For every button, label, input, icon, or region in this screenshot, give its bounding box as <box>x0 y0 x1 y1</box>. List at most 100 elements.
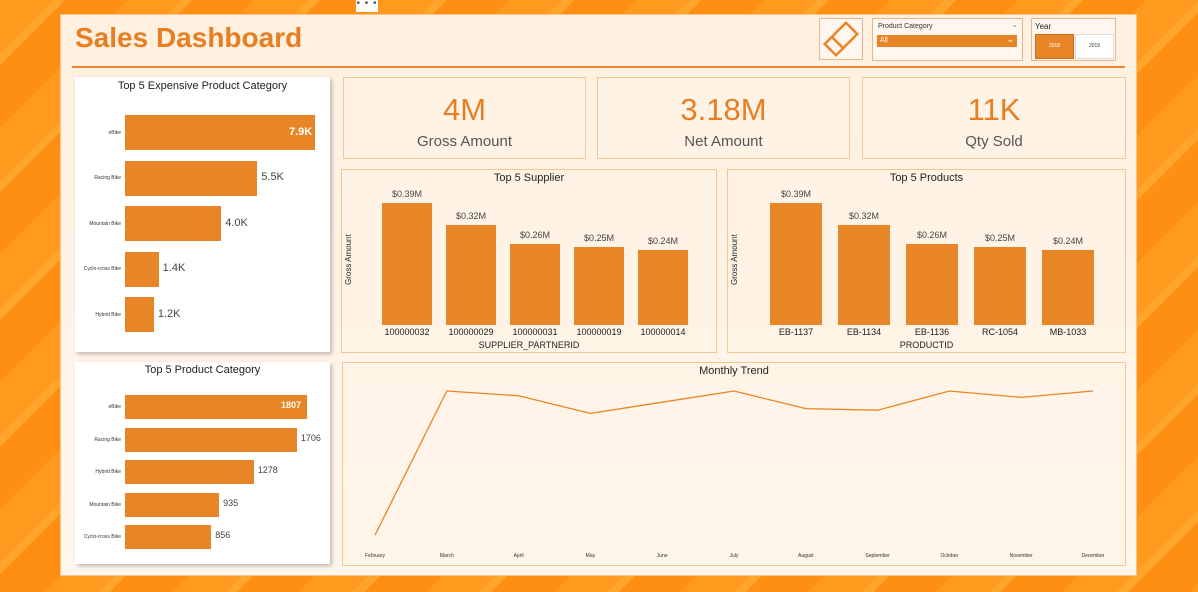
kpi-card-qty-sold: 11K Qty Sold <box>862 77 1126 159</box>
bar <box>906 243 958 325</box>
kpi-label: Gross Amount <box>416 133 513 150</box>
y-axis-label: Gross Amount <box>344 234 353 285</box>
x-tick-label: June <box>656 553 668 559</box>
bar <box>382 203 432 325</box>
bar <box>638 249 688 325</box>
series-line <box>374 390 1094 536</box>
year-slicer[interactable]: Year 2018 2019 <box>1031 18 1116 61</box>
data-label: 1706 <box>300 432 321 443</box>
year-option-2019[interactable]: 2019 <box>1075 34 1114 59</box>
kpi-value: 3.18M <box>680 92 767 127</box>
data-label: $0.39M <box>780 189 812 199</box>
category-label: 100000031 <box>512 327 558 337</box>
bar <box>510 243 560 325</box>
category-label: Racing Bike <box>94 175 121 181</box>
data-label: $0.32M <box>848 210 880 221</box>
x-axis-label: PRODUCTID <box>899 340 954 350</box>
category-label: Mountain Bike <box>89 220 121 227</box>
bar <box>125 297 154 332</box>
top-products-chart[interactable]: Top 5 Products Gross Amount PRODUCTID $0… <box>727 169 1126 353</box>
x-tick-label: February <box>364 553 385 559</box>
category-label: RC-1054 <box>981 327 1019 337</box>
product-category-dropdown[interactable]: All ⌄ <box>877 34 1017 47</box>
data-label: $0.24M <box>647 235 679 246</box>
category-label: MB-1033 <box>1049 327 1087 337</box>
x-tick-label: March <box>439 553 454 559</box>
category-label: 100000019 <box>576 327 622 337</box>
x-tick-label: August <box>798 553 814 559</box>
expensive-category-chart[interactable]: Top 5 Expensive Product Category eBike 7.… <box>75 77 330 352</box>
page-title: Sales Dashboard <box>75 22 303 53</box>
x-tick-label: May <box>585 553 596 559</box>
product-category-selected: All <box>880 37 888 44</box>
x-tick-label: October <box>940 553 959 559</box>
data-label: 856 <box>215 530 231 540</box>
category-label: Hybrid Bike <box>95 469 121 475</box>
monthly-trend-chart[interactable]: Monthly Trend February March April May June J… <box>342 362 1126 566</box>
bar <box>974 246 1026 325</box>
category-label: 100000029 <box>448 327 494 337</box>
data-label: 7.9K <box>289 125 313 138</box>
top-supplier-chart[interactable]: Top 5 Supplier Gross Amount SUPPLIER_PAR… <box>341 169 717 353</box>
bar <box>125 427 297 452</box>
x-axis-label: SUPPLIER_PARTNERID <box>478 340 580 350</box>
chart-title: Top 5 Product Category <box>144 364 261 376</box>
x-tick-label: July <box>729 553 739 559</box>
bar <box>125 115 315 150</box>
year-label: Year <box>1035 22 1052 31</box>
x-tick-label: September <box>865 553 890 559</box>
x-tick-label: April <box>513 553 524 559</box>
bar <box>125 460 254 484</box>
x-tick-label: December <box>1081 553 1105 559</box>
category-label: Mountain Bike <box>89 501 121 508</box>
chart-title: Top 5 Products <box>889 172 964 184</box>
data-label: 1278 <box>257 465 278 475</box>
product-category-chart[interactable]: Top 5 Product Category eBike 1807 Racing B… <box>75 362 330 564</box>
product-category-label: Product Category <box>878 23 933 30</box>
bar <box>574 246 624 325</box>
category-label: eBike <box>108 129 121 136</box>
bar <box>125 160 258 196</box>
bar <box>125 395 307 419</box>
bar <box>446 224 496 325</box>
category-label: Cyclo-cross Bike <box>83 266 121 272</box>
category-label: 100000032 <box>384 327 430 337</box>
bar <box>770 203 822 325</box>
x-tick-label: November <box>1009 553 1033 559</box>
data-label: 1.2K <box>157 307 181 320</box>
more-options-button[interactable]: • • • <box>356 0 378 12</box>
data-label: $0.25M <box>583 232 615 243</box>
data-label: $0.25M <box>984 232 1016 243</box>
clear-filters-button[interactable] <box>819 18 863 60</box>
category-label: Racing Bike <box>94 436 121 443</box>
data-label: 5.5K <box>261 171 284 183</box>
category-label: EB-1137 <box>778 327 814 337</box>
category-label: Cyclo-cross Bike <box>83 534 121 540</box>
category-label: EB-1134 <box>846 327 882 337</box>
line-plot <box>374 390 1094 536</box>
chart-title: Top 5 Supplier <box>493 172 565 184</box>
category-label: Hybrid Bike <box>95 311 121 318</box>
kpi-value: 4M <box>442 92 487 127</box>
year-option-2018[interactable]: 2018 <box>1035 34 1074 59</box>
bar <box>125 525 212 549</box>
data-label: 1807 <box>281 400 302 410</box>
eraser-icon <box>822 20 860 58</box>
category-label: EB-1136 <box>914 327 950 337</box>
bar <box>125 492 220 517</box>
title-divider <box>72 66 1125 68</box>
category-label: eBike <box>108 404 121 410</box>
bar <box>125 251 159 287</box>
bar <box>125 206 222 241</box>
data-label: $0.24M <box>1052 235 1084 246</box>
y-axis-label: Gross Amount <box>730 234 739 285</box>
data-label: 935 <box>223 497 239 508</box>
kpi-label: Qty Sold <box>965 133 1023 150</box>
kpi-value: 11K <box>967 92 1021 127</box>
category-label: 100000014 <box>640 327 686 337</box>
data-label: $0.26M <box>916 229 948 240</box>
kpi-label: Net Amount <box>684 133 763 150</box>
kpi-card-net-amount: 3.18M Net Amount <box>597 77 850 159</box>
chevron-down-icon[interactable]: ⌄ <box>1011 20 1018 29</box>
product-category-slicer[interactable]: Product Category ⌄ All ⌄ <box>872 18 1023 61</box>
